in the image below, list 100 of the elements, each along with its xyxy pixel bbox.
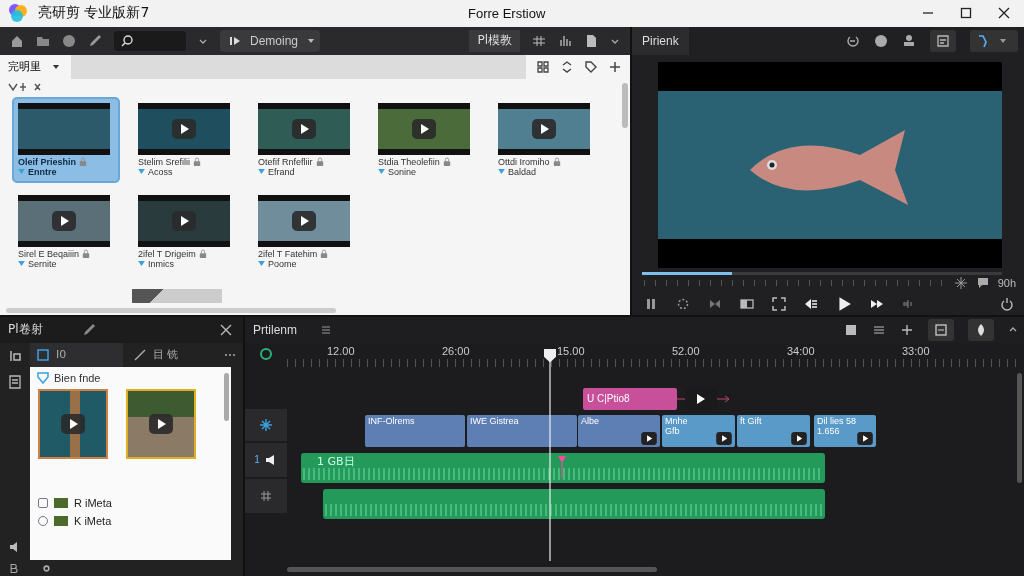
bold-icon[interactable] xyxy=(8,562,19,574)
fullscreen-icon[interactable] xyxy=(772,297,786,311)
video-thumbnail[interactable] xyxy=(126,388,196,459)
play-button-icon xyxy=(532,118,556,139)
media-clip[interactable]: Otefif Rnfefliir Efrand xyxy=(252,96,360,183)
progress-track[interactable] xyxy=(642,272,1002,276)
clip-name: 2ifel T Drigeim xyxy=(138,248,196,259)
play-button-icon xyxy=(52,210,76,231)
comment-icon[interactable] xyxy=(975,276,990,291)
sparkle-icon[interactable] xyxy=(953,276,968,291)
project-dropdown[interactable]: Demoing xyxy=(220,29,320,52)
video-thumbnail[interactable] xyxy=(38,388,108,459)
triangle-icon xyxy=(258,169,265,175)
triangle-icon xyxy=(138,169,145,175)
crop-icon[interactable] xyxy=(676,297,690,311)
close-icon[interactable] xyxy=(998,7,1010,20)
magic-button[interactable] xyxy=(968,318,994,341)
bowtie-icon[interactable] xyxy=(708,297,722,311)
scrollbar[interactable] xyxy=(6,307,336,313)
close-icon[interactable] xyxy=(219,322,233,337)
pen-button[interactable] xyxy=(970,29,1018,52)
app-name: 亮研剪 专业版新7 xyxy=(38,4,151,23)
grid-icon[interactable] xyxy=(536,59,550,74)
record-icon[interactable] xyxy=(259,346,273,361)
play-button-icon xyxy=(149,413,173,434)
track-header[interactable] xyxy=(245,478,287,513)
sort-icon[interactable] xyxy=(560,59,574,74)
media-clip[interactable]: Sirel E Beqaiiin Sernite xyxy=(12,188,120,275)
brush-icon[interactable] xyxy=(82,322,96,337)
track-header[interactable] xyxy=(245,408,287,441)
video-clip[interactable]: Albe xyxy=(578,414,660,447)
ruler-label: 52.00 xyxy=(672,344,700,357)
plus-icon[interactable] xyxy=(608,59,622,74)
video-clip[interactable]: INF-Olrems xyxy=(365,414,465,447)
clip-name: Stdia Theolefiin xyxy=(378,156,440,167)
item-name[interactable]: K iMeta xyxy=(74,514,112,527)
scrollbar[interactable] xyxy=(287,567,657,572)
home-icon[interactable] xyxy=(10,33,24,48)
play-button-icon xyxy=(716,431,732,445)
split-view-icon[interactable] xyxy=(740,297,754,311)
clip-name: Sirel E Beqaiiin xyxy=(18,248,80,259)
document-icon[interactable] xyxy=(584,33,598,48)
playhead[interactable] xyxy=(543,348,557,561)
toolbar-tab[interactable]: Pl模教 xyxy=(469,29,520,52)
step-back-icon[interactable] xyxy=(804,297,818,311)
panel-tab[interactable]: Pl卷射 xyxy=(0,321,68,339)
play-button-icon xyxy=(292,210,316,231)
timeline-tab[interactable]: Prtilenm xyxy=(245,322,305,337)
title-clip[interactable]: U C|Ptio8 xyxy=(583,387,677,410)
maximize-icon[interactable] xyxy=(960,7,972,20)
fast-forward-icon[interactable] xyxy=(870,297,884,311)
plus-icon[interactable] xyxy=(900,322,914,337)
ruler-label: 34:00 xyxy=(787,344,815,357)
lock-icon xyxy=(193,156,201,167)
import-icon[interactable] xyxy=(8,348,22,363)
video-clip[interactable]: IWE Gistrea xyxy=(467,414,577,447)
play-button-icon xyxy=(412,118,436,139)
ruler-label: 12.00 xyxy=(327,344,355,357)
scrollbar[interactable] xyxy=(224,372,229,421)
play-button-icon xyxy=(641,431,657,445)
radio-button[interactable] xyxy=(38,497,48,508)
item-name[interactable]: R iMeta xyxy=(74,496,112,509)
clip-name: Stelim Srefilii xyxy=(138,156,190,167)
stamp-icon[interactable] xyxy=(902,33,916,48)
media-clip[interactable]: Stelim Srefilii Acoss xyxy=(132,96,240,183)
app-logo-icon xyxy=(8,3,28,24)
media-clip[interactable]: 2ifel T Drigeim Inmics xyxy=(132,188,240,275)
save-icon[interactable] xyxy=(844,322,858,337)
search-field[interactable] xyxy=(114,30,186,51)
lock-icon xyxy=(552,156,561,167)
tag-icon[interactable] xyxy=(584,59,598,74)
settings-icon[interactable] xyxy=(41,562,52,574)
scrollbar[interactable] xyxy=(622,82,628,128)
caption-button[interactable] xyxy=(928,318,954,341)
play-icon[interactable] xyxy=(836,296,852,312)
pause-icon[interactable] xyxy=(644,297,658,311)
marker-icon[interactable] xyxy=(557,454,567,479)
media-clip[interactable]: Stdia Theolefiin Sonine xyxy=(372,96,480,183)
track-header[interactable]: 1 xyxy=(245,442,287,477)
scrollbar[interactable] xyxy=(1017,372,1022,483)
lock-icon xyxy=(79,156,88,167)
media-clip[interactable]: Ottdi Iromiho Baldad xyxy=(492,96,600,183)
export-button[interactable] xyxy=(930,29,956,52)
lock-icon xyxy=(320,248,329,259)
split-icon[interactable] xyxy=(532,33,546,48)
bars-icon[interactable] xyxy=(558,33,572,48)
track-number: 1 xyxy=(254,454,260,466)
brush-icon[interactable] xyxy=(88,33,102,48)
media-clip[interactable]: Oleif Prieshin Enntre xyxy=(12,96,120,183)
sub-tab[interactable]: 目 铣 xyxy=(126,342,219,367)
pen-icon xyxy=(976,33,990,48)
audio-clip[interactable] xyxy=(323,488,825,519)
shield-icon xyxy=(36,370,50,385)
preview-tab[interactable]: Pirienk xyxy=(632,26,689,55)
folder-name[interactable]: Bien fnde xyxy=(54,371,101,384)
video-thumbnail[interactable] xyxy=(132,288,222,303)
power-icon[interactable] xyxy=(1000,297,1014,311)
list-icon[interactable] xyxy=(8,374,22,389)
sub-tab[interactable]: I0 xyxy=(30,342,123,367)
media-clip[interactable]: 2ifel T Fatehim Poome xyxy=(252,188,360,275)
